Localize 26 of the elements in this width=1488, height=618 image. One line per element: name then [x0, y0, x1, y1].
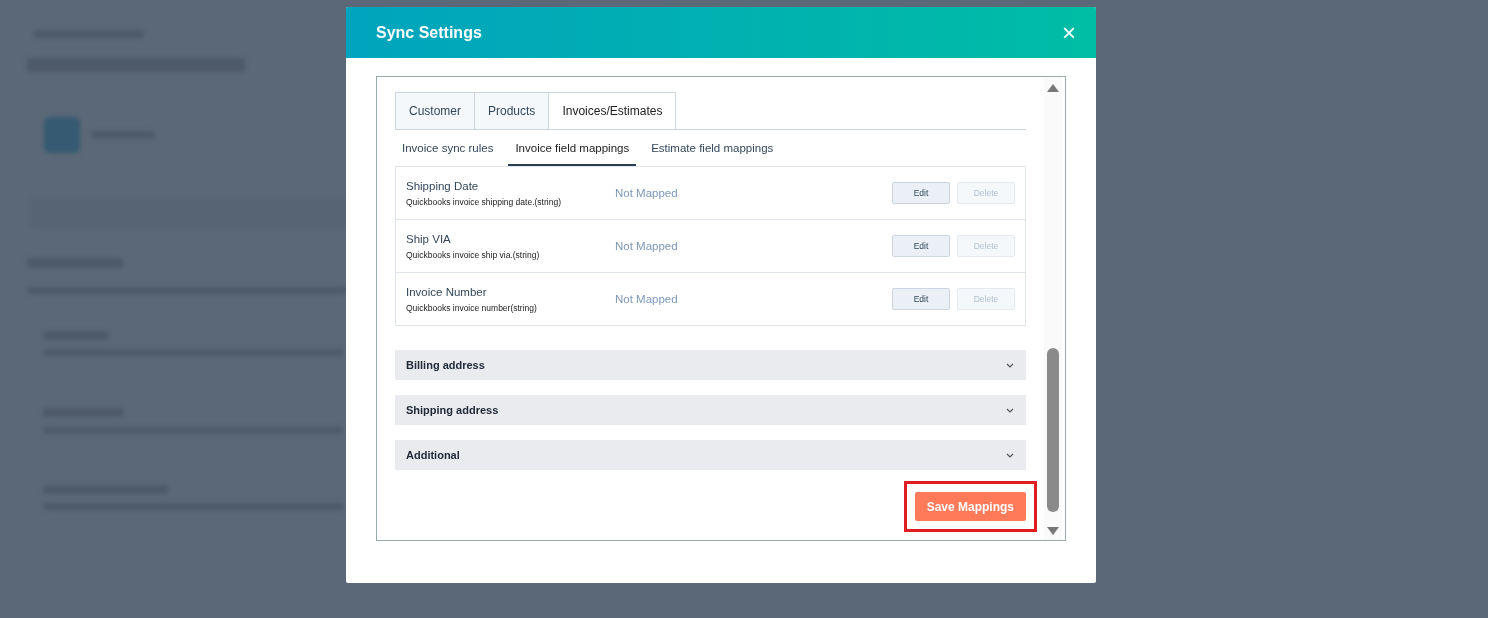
- tab[interactable]: Products: [474, 92, 550, 129]
- dialog-title: Sync Settings: [376, 23, 482, 42]
- edit-button[interactable]: Edit: [892, 235, 950, 257]
- scroll-thumb[interactable]: [1047, 348, 1059, 512]
- scroll-down-icon[interactable]: [1046, 526, 1060, 536]
- field-description: Quickbooks invoice number(string): [406, 302, 538, 313]
- accordion-header[interactable]: Shipping address: [395, 395, 1026, 425]
- edit-button[interactable]: Edit: [892, 182, 950, 204]
- scrollbar[interactable]: [1044, 77, 1062, 540]
- sub-tab[interactable]: Invoice field mappings: [508, 131, 637, 166]
- field-description: Quickbooks invoice ship via.(string): [406, 249, 541, 260]
- accordion-header[interactable]: Additional: [395, 440, 1026, 470]
- tab[interactable]: Invoices/Estimates: [548, 92, 677, 129]
- edit-button[interactable]: Edit: [892, 288, 950, 310]
- accordion-header[interactable]: Billing address: [395, 350, 1026, 380]
- scroll-up-icon[interactable]: [1046, 83, 1060, 93]
- sub-tab[interactable]: Estimate field mappings: [644, 131, 781, 166]
- mapping-status: Not Mapped: [615, 240, 679, 252]
- field-name: Invoice Number: [406, 285, 488, 298]
- field-description: Quickbooks invoice shipping date.(string): [406, 196, 562, 207]
- mapping-status: Not Mapped: [615, 293, 679, 305]
- mapping-status: Not Mapped: [615, 187, 679, 199]
- field-name: Shipping Date: [406, 179, 480, 192]
- sub-tab[interactable]: Invoice sync rules: [395, 131, 501, 166]
- field-name: Ship VIA: [406, 232, 452, 245]
- tab[interactable]: Customer: [395, 92, 475, 129]
